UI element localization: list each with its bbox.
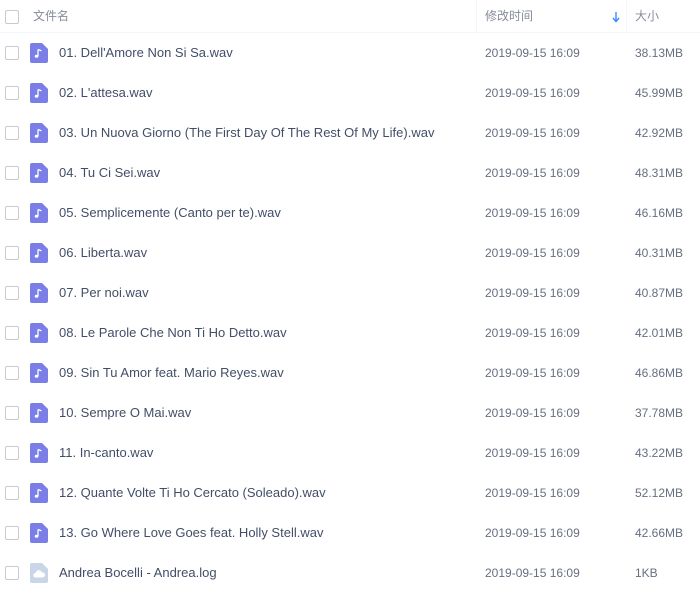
row-checkbox[interactable] (5, 526, 19, 540)
file-row[interactable]: 06. Liberta.wav 2019-09-15 16:09 40.31MB (0, 233, 700, 273)
file-name[interactable]: 10. Sempre O Mai.wav (59, 393, 191, 433)
audio-file-icon (30, 403, 48, 423)
audio-file-icon (30, 283, 48, 303)
file-modified-time: 2019-09-15 16:09 (485, 486, 580, 500)
row-checkbox[interactable] (5, 246, 19, 260)
file-name[interactable]: 05. Semplicemente (Canto per te).wav (59, 193, 281, 233)
audio-file-icon (30, 243, 48, 263)
file-modified-time: 2019-09-15 16:09 (485, 86, 580, 100)
file-modified-time: 2019-09-15 16:09 (485, 246, 580, 260)
file-name[interactable]: 11. In-canto.wav (59, 433, 153, 473)
file-size: 40.31MB (635, 246, 684, 260)
cloud-file-icon (30, 563, 48, 583)
modified-time-column-header[interactable]: 修改时间 (485, 0, 533, 33)
file-row[interactable]: 11. In-canto.wav 2019-09-15 16:09 43.22MB (0, 433, 700, 473)
file-size: 37.78MB (635, 406, 684, 420)
file-name[interactable]: 03. Un Nuova Giorno (The First Day Of Th… (59, 113, 434, 153)
file-size: 45.99MB (635, 86, 684, 100)
file-row[interactable]: 07. Per noi.wav 2019-09-15 16:09 40.87MB (0, 273, 700, 313)
file-size: 48.31MB (635, 166, 684, 180)
file-size: 43.22MB (635, 446, 684, 460)
file-size: 42.01MB (635, 326, 684, 340)
audio-file-icon (30, 123, 48, 143)
file-modified-time: 2019-09-15 16:09 (485, 406, 580, 420)
row-checkbox[interactable] (5, 46, 19, 60)
file-size: 42.66MB (635, 526, 684, 540)
audio-file-icon (30, 443, 48, 463)
file-name[interactable]: Andrea Bocelli - Andrea.log (59, 553, 217, 593)
file-size: 1KB (635, 566, 658, 580)
audio-file-icon (30, 83, 48, 103)
audio-file-icon (30, 163, 48, 183)
row-checkbox[interactable] (5, 326, 19, 340)
row-checkbox[interactable] (5, 566, 19, 580)
size-column-header[interactable]: 大小 (635, 0, 659, 33)
file-modified-time: 2019-09-15 16:09 (485, 206, 580, 220)
file-name[interactable]: 07. Per noi.wav (59, 273, 149, 313)
audio-file-icon (30, 203, 48, 223)
file-modified-time: 2019-09-15 16:09 (485, 526, 580, 540)
file-name[interactable]: 08. Le Parole Che Non Ti Ho Detto.wav (59, 313, 287, 353)
audio-file-icon (30, 483, 48, 503)
file-row[interactable]: 12. Quante Volte Ti Ho Cercato (Soleado)… (0, 473, 700, 513)
file-row[interactable]: Andrea Bocelli - Andrea.log 2019-09-15 16… (0, 553, 700, 593)
file-name[interactable]: 09. Sin Tu Amor feat. Mario Reyes.wav (59, 353, 284, 393)
file-row[interactable]: 02. L'attesa.wav 2019-09-15 16:09 45.99MB (0, 73, 700, 113)
row-checkbox[interactable] (5, 206, 19, 220)
file-modified-time: 2019-09-15 16:09 (485, 566, 580, 580)
file-list-header: 文件名 修改时间 大小 (0, 0, 700, 33)
file-row[interactable]: 09. Sin Tu Amor feat. Mario Reyes.wav 201… (0, 353, 700, 393)
row-checkbox[interactable] (5, 446, 19, 460)
file-size: 46.86MB (635, 366, 684, 380)
audio-file-icon (30, 363, 48, 383)
file-modified-time: 2019-09-15 16:09 (485, 446, 580, 460)
row-checkbox[interactable] (5, 366, 19, 380)
file-name[interactable]: 04. Tu Ci Sei.wav (59, 153, 160, 193)
file-row[interactable]: 04. Tu Ci Sei.wav 2019-09-15 16:09 48.31MB (0, 153, 700, 193)
file-modified-time: 2019-09-15 16:09 (485, 166, 580, 180)
file-modified-time: 2019-09-15 16:09 (485, 286, 580, 300)
file-size: 38.13MB (635, 46, 684, 60)
file-modified-time: 2019-09-15 16:09 (485, 326, 580, 340)
file-size: 40.87MB (635, 286, 684, 300)
row-checkbox[interactable] (5, 126, 19, 140)
row-checkbox[interactable] (5, 86, 19, 100)
file-row[interactable]: 08. Le Parole Che Non Ti Ho Detto.wav 201… (0, 313, 700, 353)
file-row[interactable]: 13. Go Where Love Goes feat. Holly Stell… (0, 513, 700, 553)
column-divider[interactable] (476, 0, 477, 33)
file-name[interactable]: 06. Liberta.wav (59, 233, 147, 273)
row-checkbox[interactable] (5, 486, 19, 500)
select-all-checkbox[interactable] (5, 10, 19, 24)
file-modified-time: 2019-09-15 16:09 (485, 366, 580, 380)
row-checkbox[interactable] (5, 406, 19, 420)
audio-file-icon (30, 323, 48, 343)
file-row[interactable]: 01. Dell'Amore Non Si Sa.wav 2019-09-15 1… (0, 33, 700, 73)
file-row[interactable]: 03. Un Nuova Giorno (The First Day Of Th… (0, 113, 700, 153)
file-size: 42.92MB (635, 126, 684, 140)
file-modified-time: 2019-09-15 16:09 (485, 46, 580, 60)
file-name[interactable]: 01. Dell'Amore Non Si Sa.wav (59, 33, 233, 73)
row-checkbox[interactable] (5, 166, 19, 180)
column-divider[interactable] (626, 0, 627, 33)
file-size: 52.12MB (635, 486, 684, 500)
file-modified-time: 2019-09-15 16:09 (485, 126, 580, 140)
audio-file-icon (30, 523, 48, 543)
file-row[interactable]: 10. Sempre O Mai.wav 2019-09-15 16:09 37.7… (0, 393, 700, 433)
audio-file-icon (30, 43, 48, 63)
name-column-header[interactable]: 文件名 (33, 0, 69, 33)
file-name[interactable]: 12. Quante Volte Ti Ho Cercato (Soleado)… (59, 473, 326, 513)
file-row[interactable]: 05. Semplicemente (Canto per te).wav 2019… (0, 193, 700, 233)
file-name[interactable]: 02. L'attesa.wav (59, 73, 153, 113)
row-checkbox[interactable] (5, 286, 19, 300)
file-name[interactable]: 13. Go Where Love Goes feat. Holly Stell… (59, 513, 323, 553)
file-size: 46.16MB (635, 206, 684, 220)
sort-descending-icon[interactable] (611, 11, 621, 23)
